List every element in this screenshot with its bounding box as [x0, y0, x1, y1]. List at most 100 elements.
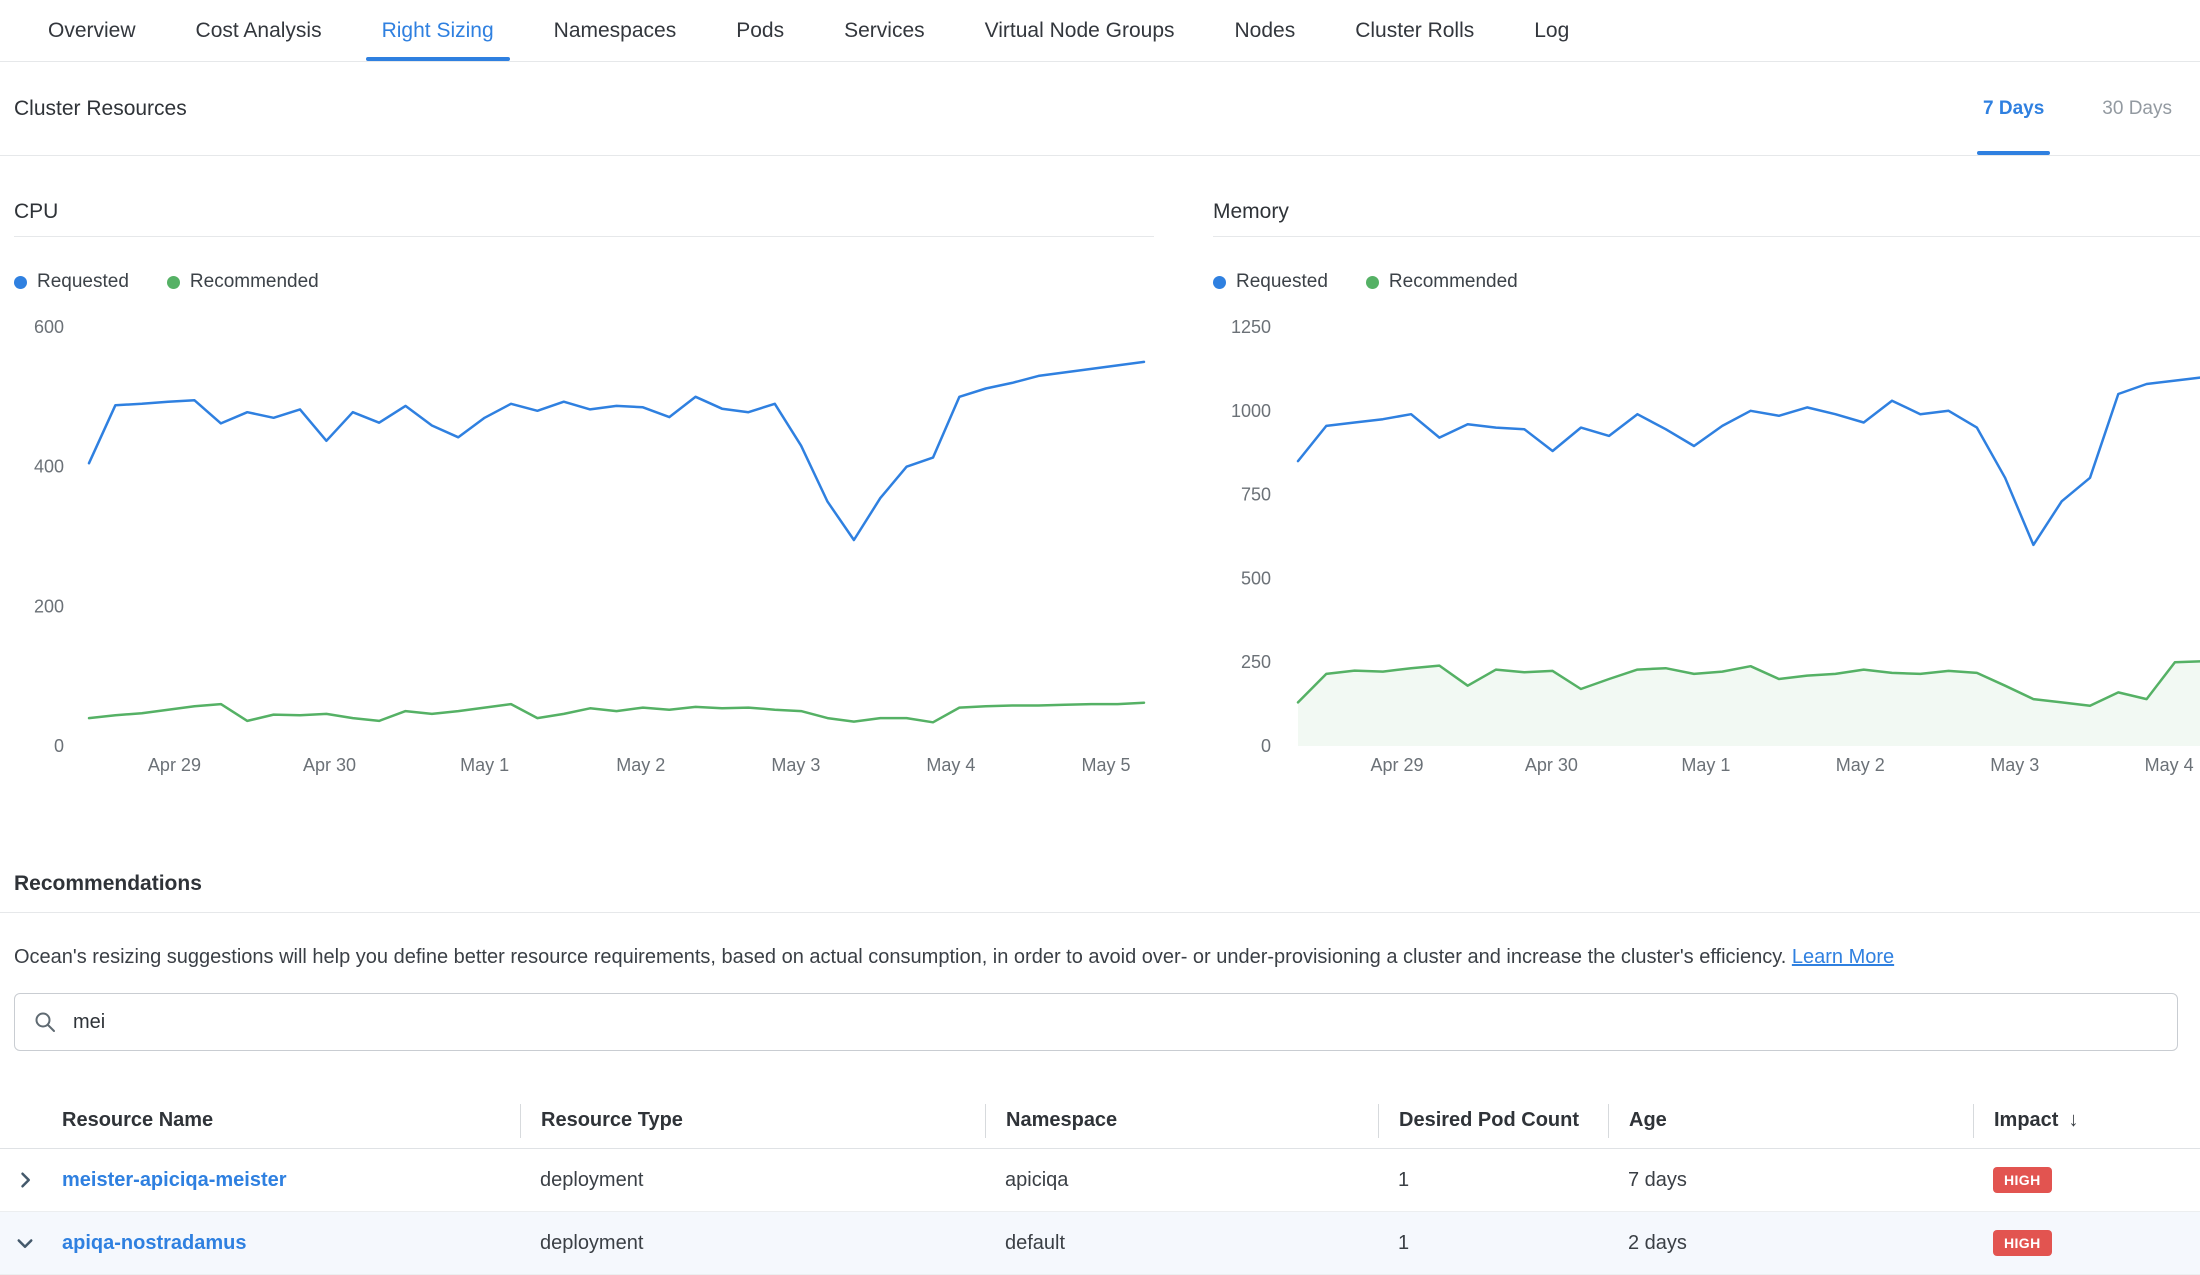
svg-text:750: 750	[1241, 485, 1271, 505]
tab-cluster-rolls[interactable]: Cluster Rolls	[1325, 0, 1504, 61]
legend-dot	[14, 276, 27, 289]
column-header-label: Age	[1629, 1109, 1667, 1132]
chevron-down-icon[interactable]	[15, 1233, 35, 1253]
range-30-days[interactable]: 30 Days	[2096, 62, 2178, 155]
column-header-namespace[interactable]: Namespace	[985, 1104, 1378, 1138]
divider	[0, 912, 2200, 913]
legend-item-requested: Requested	[1213, 271, 1328, 293]
svg-text:May 2: May 2	[616, 755, 665, 775]
column-header-label: Desired Pod Count	[1399, 1109, 1579, 1132]
requested-line	[1298, 364, 2200, 545]
column-header-resource-name[interactable]: Resource Name	[50, 1104, 520, 1138]
impact-badge: HIGH	[1993, 1230, 2052, 1256]
cluster-resources-header: Cluster Resources 7 Days 30 Days	[0, 62, 2200, 156]
cluster-resources-title: Cluster Resources	[14, 97, 187, 121]
chart-legend: Requested Recommended	[14, 271, 1154, 293]
range-7-days[interactable]: 7 Days	[1977, 62, 2050, 155]
column-header-label: Resource Type	[541, 1109, 683, 1132]
requested-line	[89, 362, 1144, 540]
svg-text:0: 0	[1261, 736, 1271, 756]
column-header-label: Impact	[1994, 1109, 2058, 1132]
column-header-desired-pod-count[interactable]: Desired Pod Count	[1378, 1104, 1608, 1138]
tab-virtual-node-groups[interactable]: Virtual Node Groups	[955, 0, 1205, 61]
chart-title: CPU	[14, 200, 1154, 237]
table-row: apiqa-nostradamus deploymentdefault12 day…	[0, 1212, 2200, 1275]
recommended-line	[89, 703, 1144, 723]
legend-label: Requested	[37, 271, 129, 293]
svg-text:May 3: May 3	[1990, 755, 2039, 775]
resource-type-cell: deployment	[520, 1169, 985, 1192]
age-cell: 2 days	[1608, 1232, 1973, 1255]
svg-text:May 4: May 4	[926, 755, 975, 775]
legend-label: Recommended	[1389, 271, 1518, 293]
tab-bar: OverviewCost AnalysisRight SizingNamespa…	[0, 0, 2200, 62]
resource-type-cell: deployment	[520, 1232, 985, 1255]
resource-name-link[interactable]: meister-apiciqa-meister	[62, 1169, 287, 1191]
svg-text:May 5: May 5	[1082, 755, 1131, 775]
impact-cell: HIGH	[1973, 1167, 2200, 1193]
recommendations-description: Ocean's resizing suggestions will help y…	[14, 943, 2178, 971]
column-header-impact[interactable]: Impact ↓	[1973, 1104, 2200, 1138]
sort-descending-icon[interactable]: ↓	[2068, 1109, 2078, 1132]
svg-text:500: 500	[1241, 568, 1271, 588]
svg-text:0: 0	[54, 736, 64, 756]
tab-namespaces[interactable]: Namespaces	[524, 0, 707, 61]
svg-text:200: 200	[34, 596, 64, 616]
cpu-chart: 0200400600Apr 29Apr 30May 1May 2May 3May…	[14, 299, 1154, 779]
tab-nodes[interactable]: Nodes	[1205, 0, 1326, 61]
svg-text:May 1: May 1	[1681, 755, 1730, 775]
svg-text:Apr 30: Apr 30	[1525, 755, 1578, 775]
svg-text:1250: 1250	[1231, 317, 1271, 337]
recommendations-table: Resource Name Resource Type Namespace Desir…	[0, 1093, 2200, 1275]
cpu-chart-panel: CPURequestedRecommended0200400600Apr 29A…	[14, 156, 1154, 779]
impact-badge: HIGH	[1993, 1167, 2052, 1193]
svg-text:400: 400	[34, 457, 64, 477]
svg-text:Apr 29: Apr 29	[148, 755, 201, 775]
tab-services[interactable]: Services	[814, 0, 955, 61]
table-body: meister-apiciqa-meisterdeploymentapiciqa…	[0, 1149, 2200, 1275]
impact-cell: HIGH	[1973, 1230, 2200, 1256]
legend-item-requested: Requested	[14, 271, 129, 293]
column-header-age[interactable]: Age	[1608, 1104, 1973, 1138]
svg-text:Apr 29: Apr 29	[1370, 755, 1423, 775]
memory-chart-panel: Memory Requested Recommended 0 250 500 750 1000…	[1213, 156, 2200, 779]
search-icon	[33, 1010, 57, 1034]
legend-item-recommended: Recommended	[1366, 271, 1518, 293]
table-header-row: Resource Name Resource Type Namespace Desir…	[0, 1093, 2200, 1149]
search-box	[14, 993, 2178, 1051]
age-cell: 7 days	[1608, 1169, 1973, 1192]
chevron-right-icon[interactable]	[15, 1170, 35, 1190]
tab-right-sizing[interactable]: Right Sizing	[352, 0, 524, 61]
time-range-toggle: 7 Days 30 Days	[1977, 62, 2178, 155]
svg-text:Apr 30: Apr 30	[303, 755, 356, 775]
desired-pod-count-cell: 1	[1378, 1169, 1608, 1192]
table-row: meister-apiciqa-meisterdeploymentapiciqa…	[0, 1149, 2200, 1212]
learn-more-link[interactable]: Learn More	[1792, 946, 1894, 968]
chart-legend: Requested Recommended	[1213, 271, 2200, 293]
recommendations-description-text: Ocean's resizing suggestions will help y…	[14, 946, 1786, 968]
charts-row: CPURequestedRecommended0200400600Apr 29A…	[0, 156, 2200, 846]
desired-pod-count-cell: 1	[1378, 1232, 1608, 1255]
svg-text:250: 250	[1241, 652, 1271, 672]
tab-overview[interactable]: Overview	[18, 0, 166, 61]
resource-name-cell: meister-apiciqa-meister	[50, 1169, 520, 1192]
tab-cost-analysis[interactable]: Cost Analysis	[166, 0, 352, 61]
svg-text:May 4: May 4	[2145, 755, 2194, 775]
namespace-cell: default	[985, 1232, 1378, 1255]
resource-name-link[interactable]: apiqa-nostradamus	[62, 1232, 246, 1254]
tab-pods[interactable]: Pods	[706, 0, 814, 61]
legend-label: Requested	[1236, 271, 1328, 293]
tab-log[interactable]: Log	[1504, 0, 1599, 61]
chart-title: Memory	[1213, 200, 2200, 237]
recommendations-section: Recommendations Ocean's resizing suggest…	[0, 872, 2200, 1275]
svg-text:May 1: May 1	[460, 755, 509, 775]
svg-text:1000: 1000	[1231, 401, 1271, 421]
column-header-resource-type[interactable]: Resource Type	[520, 1104, 985, 1138]
legend-label: Recommended	[190, 271, 319, 293]
legend-dot	[1213, 276, 1226, 289]
column-header-label: Namespace	[1006, 1109, 1117, 1132]
search-input[interactable]	[71, 1010, 2159, 1035]
resource-name-cell: apiqa-nostradamus	[50, 1232, 520, 1255]
legend-dot	[1366, 276, 1379, 289]
column-header-label: Resource Name	[62, 1109, 213, 1132]
